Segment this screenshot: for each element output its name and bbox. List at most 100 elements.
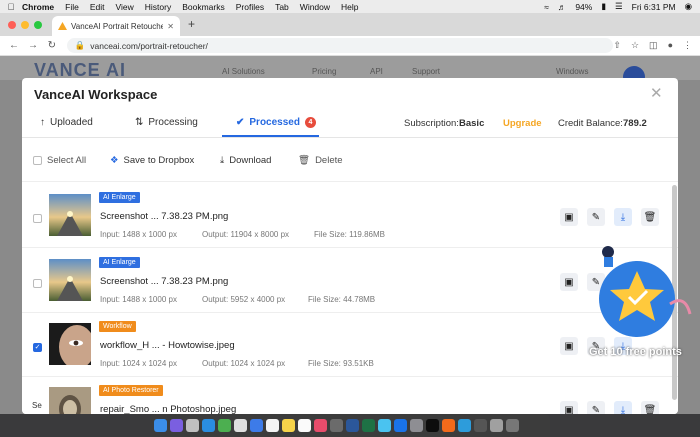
profile-icon[interactable]: ●	[668, 40, 673, 51]
notes-icon[interactable]	[282, 419, 295, 432]
music-icon[interactable]	[314, 419, 327, 432]
messages-icon[interactable]	[218, 419, 231, 432]
row-tag: Workflow	[99, 321, 136, 332]
browser-tab[interactable]: VanceAI Portrait Retoucher | R ✕	[52, 16, 180, 36]
sound-icon[interactable]: ♬	[558, 2, 567, 12]
siri-icon[interactable]	[170, 419, 183, 432]
clock[interactable]: Fri 6:31 PM	[632, 2, 676, 12]
edit-icon[interactable]: ✎	[587, 208, 605, 226]
settings-icon[interactable]	[410, 419, 423, 432]
tab-title: VanceAI Portrait Retoucher | R	[71, 21, 164, 31]
row-filename: repair_Smo ... n Photoshop.jpeg	[100, 404, 237, 414]
download-button[interactable]: ⤓ Download	[220, 155, 271, 166]
menu-file[interactable]: File	[65, 2, 79, 12]
downloads-icon[interactable]	[490, 419, 503, 432]
compare-icon[interactable]: ▣	[560, 273, 578, 291]
forward-icon[interactable]: →	[28, 40, 38, 51]
workspace-modal: VanceAI Workspace ✕ ↑ Uploaded ⇅ Process…	[22, 78, 678, 414]
menu-profiles[interactable]: Profiles	[236, 2, 264, 12]
app-icon[interactable]	[474, 419, 487, 432]
tab-uploaded[interactable]: ↑ Uploaded	[40, 117, 93, 128]
excel-icon[interactable]	[362, 419, 375, 432]
new-tab-icon[interactable]: +	[188, 17, 195, 31]
url-text: vanceai.com/portrait-retoucher/	[90, 40, 208, 51]
chrome-icon[interactable]	[234, 419, 247, 432]
row-file-size: File Size: 119.86MB	[314, 230, 385, 239]
row-file-size: File Size: 93.51KB	[308, 359, 374, 368]
menu-window[interactable]: Window	[300, 2, 330, 12]
sidebar-icon[interactable]: ◫	[649, 40, 658, 51]
trash-icon[interactable]: 🗑	[641, 401, 659, 414]
trash-icon[interactable]: 🗑	[641, 208, 659, 226]
menu-app-name[interactable]: Chrome	[22, 2, 54, 12]
processing-icon: ⇅	[135, 117, 144, 128]
battery-percent[interactable]: 94%	[575, 2, 592, 12]
road-thumbnail	[49, 259, 91, 301]
delete-button[interactable]: 🗑 Delete	[298, 155, 343, 166]
terminal-icon[interactable]	[426, 419, 439, 432]
facetime-icon[interactable]	[378, 419, 391, 432]
compare-icon[interactable]: ▣	[560, 401, 578, 414]
control-center-icon[interactable]: ☰	[615, 1, 623, 12]
menu-view[interactable]: View	[115, 2, 133, 12]
save-to-dropbox-button[interactable]: ❖ Save to Dropbox	[110, 155, 194, 166]
select-all-checkbox[interactable]	[33, 156, 42, 165]
menu-tab[interactable]: Tab	[275, 2, 289, 12]
mail-icon[interactable]	[250, 419, 263, 432]
download-icon[interactable]: ⤓	[614, 401, 632, 414]
row-checkbox[interactable]	[33, 214, 42, 223]
close-window-button[interactable]	[8, 21, 16, 29]
apple-icon[interactable]: 	[0, 2, 22, 12]
safari-icon[interactable]	[202, 419, 215, 432]
close-tab-icon[interactable]: ✕	[167, 22, 174, 31]
reload-icon[interactable]: ↻	[47, 40, 57, 51]
eye-portrait-thumbnail	[49, 323, 91, 365]
tab-processed[interactable]: ✔ Processed 4	[236, 117, 316, 128]
zoom-window-button[interactable]	[34, 21, 42, 29]
menu-edit[interactable]: Edit	[90, 2, 105, 12]
tab-processing[interactable]: ⇅ Processing	[135, 117, 198, 128]
word-icon[interactable]	[346, 419, 359, 432]
row-checkbox[interactable]: ✓	[33, 343, 42, 352]
back-icon[interactable]: ←	[9, 40, 19, 51]
minimize-window-button[interactable]	[21, 21, 29, 29]
app-icon[interactable]	[442, 419, 455, 432]
close-icon[interactable]: ✕	[650, 84, 663, 102]
zoom-icon[interactable]	[330, 419, 343, 432]
upgrade-link[interactable]: Upgrade	[503, 118, 542, 129]
share-icon[interactable]: ⇧	[613, 40, 621, 51]
menu-help[interactable]: Help	[341, 2, 358, 12]
file-row: AI Enlarge Screenshot ... 7.38.23 PM.png…	[22, 184, 678, 248]
launchpad-icon[interactable]	[186, 419, 199, 432]
compare-icon[interactable]: ▣	[560, 208, 578, 226]
menu-bookmarks[interactable]: Bookmarks	[182, 2, 225, 12]
compare-icon[interactable]: ▣	[560, 337, 578, 355]
select-all[interactable]: Select All	[33, 155, 86, 166]
wifi-icon[interactable]: ≈	[544, 2, 549, 12]
trash-icon[interactable]	[506, 419, 519, 432]
download-icon[interactable]: ⤓	[614, 208, 632, 226]
more-menu-icon[interactable]: ⋮	[683, 40, 692, 51]
promo-text[interactable]: Get 10 free points	[589, 346, 682, 358]
finder-icon[interactable]	[154, 419, 167, 432]
trash-icon: 🗑	[298, 155, 311, 166]
appstore-icon[interactable]	[394, 419, 407, 432]
siri-icon[interactable]: ◉	[685, 1, 692, 12]
bookmark-star-icon[interactable]: ☆	[631, 40, 639, 51]
promo-star-illustration[interactable]	[590, 244, 695, 359]
preview-icon[interactable]	[458, 419, 471, 432]
credit-value: 789.2	[623, 118, 647, 129]
row-tag: AI Enlarge	[99, 192, 140, 203]
photos-icon[interactable]	[298, 419, 311, 432]
url-field[interactable]: 🔒 vanceai.com/portrait-retoucher/	[66, 38, 614, 53]
row-filename: Screenshot ... 7.38.23 PM.png	[100, 211, 229, 222]
sidebar-hint-text: Se	[32, 401, 42, 410]
row-checkbox[interactable]	[33, 279, 42, 288]
processed-count-badge: 4	[304, 117, 316, 128]
edit-icon[interactable]: ✎	[587, 401, 605, 414]
battery-icon[interactable]: ▮	[601, 1, 606, 12]
calendar-icon[interactable]	[266, 419, 279, 432]
site-nav-pricing: Pricing	[312, 67, 337, 76]
menu-history[interactable]: History	[145, 2, 171, 12]
row-input-size: Input: 1488 x 1000 px	[100, 230, 177, 239]
